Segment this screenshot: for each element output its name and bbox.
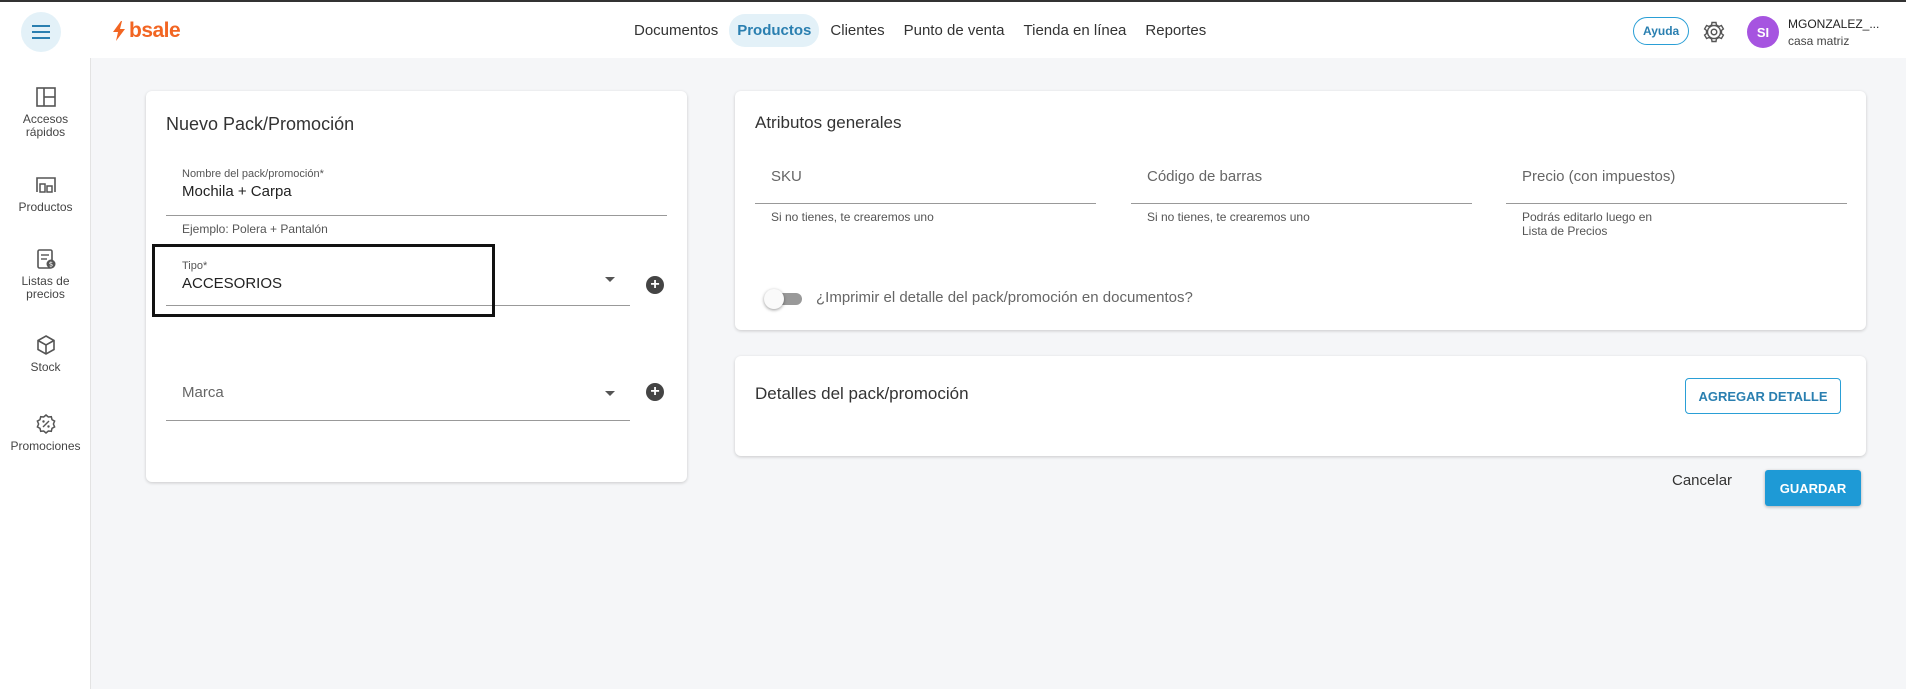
menu-button[interactable] <box>21 12 61 52</box>
sidebar-item-promociones[interactable]: Promociones <box>0 413 91 453</box>
pack-name-label: Nombre del pack/promoción* <box>182 168 324 180</box>
sidebar-item-accesos-rapidos[interactable]: Accesos rápidos <box>0 86 91 139</box>
type-caret-icon[interactable] <box>605 277 615 282</box>
brand-select[interactable]: Marca <box>182 384 224 401</box>
help-button[interactable]: Ayuda <box>1633 17 1690 45</box>
logo-text: bsale <box>129 19 181 42</box>
sidebar-item-listas-de-precios[interactable]: $ Listas de precios <box>0 248 91 301</box>
add-brand-plus-icon[interactable]: + <box>646 383 664 401</box>
nav-reportes[interactable]: Reportes <box>1137 14 1214 47</box>
nav-documentos[interactable]: Documentos <box>626 14 726 47</box>
brand-underline <box>166 420 630 421</box>
sidebar-item-label: Listas de precios <box>21 274 70 301</box>
avatar[interactable]: SI <box>1747 16 1779 48</box>
print-detail-label: ¿Imprimir el detalle del pack/promoción … <box>816 289 1193 306</box>
bolt-logo-icon <box>113 21 125 41</box>
brand-caret-icon[interactable] <box>605 391 615 396</box>
pack-name-underline <box>166 215 667 216</box>
attributes-card-title: Atributos generales <box>755 113 902 132</box>
toggle-knob <box>764 289 784 309</box>
user-name[interactable]: MGONZALEZ_... <box>1788 17 1879 31</box>
top-header: bsale Documentos Productos Clientes Punt… <box>0 2 1906 58</box>
sidebar-item-productos[interactable]: Productos <box>0 174 91 214</box>
nav-punto-de-venta[interactable]: Punto de venta <box>896 14 1013 47</box>
add-type-plus-icon[interactable]: + <box>646 276 664 294</box>
price-hint-line1: Podrás editarlo luego en <box>1522 210 1653 224</box>
barcode-hint: Si no tienes, te crearemos uno <box>1147 210 1310 224</box>
box-icon <box>36 335 55 355</box>
save-button[interactable]: GUARDAR <box>1765 470 1861 506</box>
promo-icon <box>35 414 56 434</box>
pack-name-field[interactable]: Nombre del pack/promoción* Mochila + Car… <box>182 168 662 200</box>
add-detail-button[interactable]: AGREGAR DETALLE <box>1685 378 1841 414</box>
price-hint-line2: Lista de Precios <box>1522 224 1608 238</box>
hamburger-icon <box>32 25 50 39</box>
sidebar-item-label: Productos <box>18 200 73 214</box>
barcode-underline <box>1131 203 1472 204</box>
sku-hint: Si no tienes, te crearemos uno <box>771 210 934 224</box>
nav-clientes[interactable]: Clientes <box>822 14 892 47</box>
nav-productos[interactable]: Productos <box>729 14 820 47</box>
bsale-logo[interactable]: bsale <box>112 19 181 43</box>
sku-input[interactable]: SKU <box>771 168 802 185</box>
sidebar-item-label: Promociones <box>10 439 81 453</box>
main-nav: Documentos Productos Clientes Punto de v… <box>626 14 1217 47</box>
user-branch: casa matriz <box>1788 34 1850 48</box>
sku-underline <box>755 203 1096 204</box>
pack-card-title: Nuevo Pack/Promoción <box>166 114 355 134</box>
sidebar-item-label: Accesos rápidos <box>22 112 69 139</box>
sidebar-item-stock[interactable]: Stock <box>0 334 91 374</box>
highlight-annotation-box <box>152 244 495 317</box>
pack-name-value[interactable]: Mochila + Carpa <box>182 183 662 200</box>
price-underline <box>1506 203 1847 204</box>
gear-icon[interactable] <box>1702 20 1726 44</box>
sidebar: Accesos rápidos Productos $ Listas de pr… <box>0 58 91 689</box>
price-list-icon: $ <box>36 249 55 269</box>
products-icon <box>35 177 56 193</box>
layout-icon <box>35 87 56 107</box>
print-detail-toggle[interactable] <box>764 288 802 309</box>
price-input[interactable]: Precio (con impuestos) <box>1522 168 1675 185</box>
nav-tienda-en-linea[interactable]: Tienda en línea <box>1016 14 1135 47</box>
pack-name-hint: Ejemplo: Polera + Pantalón <box>182 222 328 236</box>
cancel-button[interactable]: Cancelar <box>1672 472 1732 489</box>
svg-text:$: $ <box>48 261 52 269</box>
barcode-input[interactable]: Código de barras <box>1147 168 1262 185</box>
details-card-title: Detalles del pack/promoción <box>755 384 969 403</box>
sidebar-item-label: Stock <box>30 360 61 374</box>
